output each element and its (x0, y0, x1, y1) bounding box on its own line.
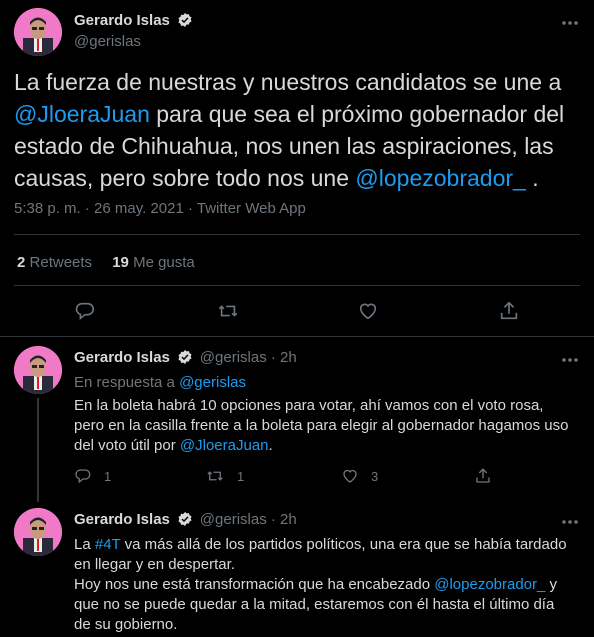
like-icon[interactable] (341, 467, 359, 485)
likes-count: 19 (112, 254, 129, 271)
reply-icon[interactable] (74, 300, 96, 327)
more-icon[interactable] (560, 13, 580, 38)
divider (14, 234, 580, 235)
author-name[interactable]: Gerardo Islas (74, 349, 170, 366)
reply-text-line: del voto útil por (74, 437, 180, 454)
author-name[interactable]: Gerardo Islas (74, 511, 170, 528)
verified-icon (177, 12, 193, 33)
tweet-text: La fuerza de nuestras y nuestros candida… (14, 66, 584, 194)
reply-text: La #4T va más allá de los partidos polít… (74, 535, 589, 635)
reply-text-line: La (74, 536, 95, 553)
likes-label: Me gusta (133, 254, 195, 271)
retweets-count: 2 (17, 254, 26, 271)
tweet-text-line: para que sea el próximo gobernador del (149, 101, 565, 127)
reply-text-line: de su gobierno. (74, 616, 178, 633)
mention-link[interactable]: @lopezobrador_ (355, 165, 525, 191)
author-handle-time[interactable]: @gerislas · 2h (200, 511, 297, 528)
more-icon[interactable] (560, 512, 580, 537)
reply-text-line: Hoy nos une está transformación que ha e… (74, 576, 435, 593)
reply-action[interactable]: 1 (74, 467, 111, 485)
reply-text-line: y (545, 576, 558, 593)
in-reply-handle-link[interactable]: @gerislas (179, 374, 246, 391)
avatar[interactable] (14, 508, 62, 556)
retweet-action[interactable]: 1 (205, 467, 244, 485)
tweet-text-line: La fuerza de nuestras y nuestros candida… (14, 69, 562, 95)
tweet-text-end: . (525, 165, 539, 191)
thread-line (37, 398, 39, 502)
like-icon[interactable] (357, 300, 379, 327)
retweets-stat[interactable]: 2 Retweets (17, 254, 92, 271)
reply-text-line: que no se puede quedar a la mitad, estar… (74, 596, 555, 613)
reply-text-line: en llegar y en despertar. (74, 556, 235, 573)
retweet-icon[interactable] (205, 467, 225, 485)
divider (0, 336, 594, 337)
author-name[interactable]: Gerardo Islas (74, 12, 170, 29)
share-icon[interactable] (498, 300, 520, 327)
reply-icon[interactable] (74, 467, 92, 485)
verified-icon (177, 349, 193, 370)
tweet-text-line: causas, pero sobre todo nos une (14, 165, 356, 191)
hashtag-link[interactable]: #4T (95, 536, 121, 553)
likes-stat[interactable]: 19 Me gusta (112, 254, 195, 271)
reply-text-line: pero en la casilla frente a la boleta pa… (74, 417, 569, 434)
tweet-meta[interactable]: 5:38 p. m. · 26 may. 2021 · Twitter Web … (14, 200, 306, 217)
retweet-count: 1 (237, 468, 245, 484)
avatar[interactable] (14, 346, 62, 394)
retweet-icon[interactable] (216, 300, 240, 327)
author-handle-time[interactable]: @gerislas · 2h (200, 349, 297, 366)
avatar-image (14, 8, 62, 56)
share-icon[interactable] (474, 467, 492, 490)
retweets-label: Retweets (29, 254, 93, 271)
reply-text-line: En la boleta habrá 10 opciones para vota… (74, 397, 544, 414)
author-handle[interactable]: @gerislas (74, 33, 141, 50)
in-reply-to: En respuesta a @gerislas (74, 374, 246, 391)
like-action[interactable]: 3 (341, 467, 378, 485)
reply-text: En la boleta habrá 10 opciones para vota… (74, 396, 589, 456)
mention-link[interactable]: @JloeraJuan (180, 437, 269, 454)
reply-text-line: va más allá de los partidos políticos, u… (120, 536, 567, 553)
verified-icon (177, 511, 193, 532)
avatar-image (14, 508, 62, 556)
avatar[interactable] (14, 8, 62, 56)
in-reply-prefix: En respuesta a (74, 374, 180, 391)
mention-link[interactable]: @lopezobrador_ (434, 576, 545, 593)
reply-count: 1 (104, 468, 112, 484)
avatar-image (14, 346, 62, 394)
reply-text-end: . (268, 437, 273, 454)
like-count: 3 (371, 468, 379, 484)
tweet-text-line: estado de Chihuahua, nos unen las aspira… (14, 133, 554, 159)
divider (14, 285, 580, 286)
mention-link[interactable]: @JloeraJuan (14, 101, 150, 127)
more-icon[interactable] (560, 350, 580, 375)
engagement-stats: 2 Retweets 19 Me gusta (17, 254, 195, 271)
